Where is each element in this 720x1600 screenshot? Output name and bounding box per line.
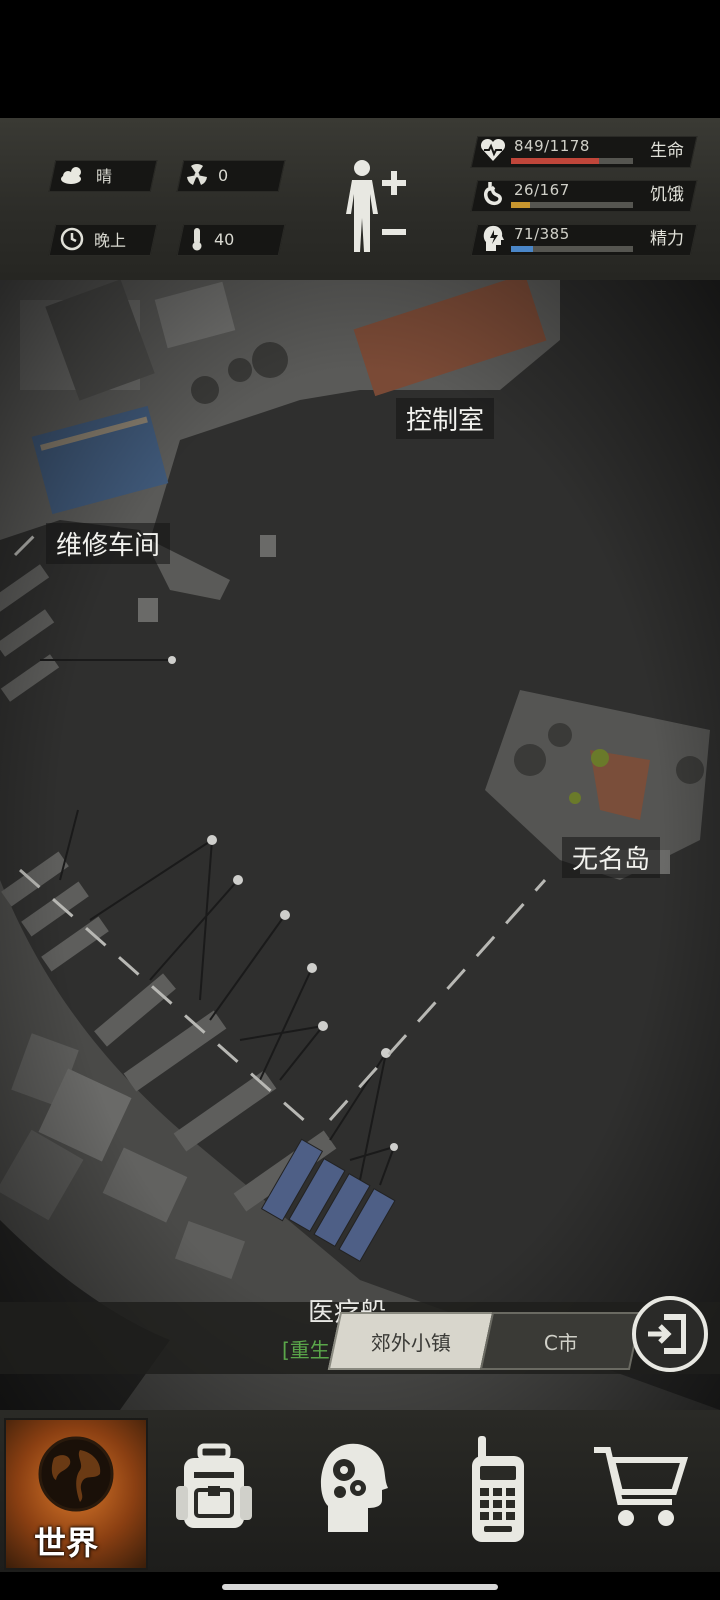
thermometer-icon	[192, 228, 202, 251]
hunger-value: 26/167	[514, 181, 570, 199]
map-label-nameless-island[interactable]: 无名岛	[562, 837, 661, 878]
hunger-bar-fill	[511, 202, 530, 208]
heart-icon	[480, 138, 506, 161]
tab-c-city-label: C市	[544, 1330, 578, 1355]
map-label-control-room[interactable]: 控制室	[396, 398, 495, 439]
world-map[interactable]: 控制室 维修车间 无名岛	[0, 280, 720, 1410]
globe-icon	[38, 1436, 114, 1512]
respawn-label: [重生	[282, 1338, 330, 1362]
bottom-nav: 世界	[0, 1410, 720, 1572]
health-label: 生命	[650, 141, 684, 161]
nav-world-label: 世界	[34, 1524, 99, 1562]
head-energy-icon	[483, 225, 504, 251]
clock-icon	[60, 227, 84, 251]
cloud-sun-icon	[61, 167, 81, 184]
brain-gears-icon	[320, 1443, 388, 1532]
temperature-value: 40	[214, 229, 235, 249]
time-label: 晚上	[94, 231, 127, 250]
radiation-indicator: 0	[186, 160, 228, 190]
energy-bar-fill	[511, 246, 534, 252]
energy-value: 71/385	[514, 225, 570, 243]
nav-shop-button[interactable]	[574, 1418, 714, 1566]
stomach-icon	[484, 182, 502, 206]
tab-suburb-town[interactable]: 郊外小镇	[327, 1312, 495, 1370]
exit-door-icon[interactable]	[632, 1296, 708, 1372]
status-panel: 晴 0 晚上 40 849/1178 生命 26/167 饥饿 71/385 精…	[0, 118, 720, 282]
health-bar-fill	[511, 158, 599, 164]
cart-icon	[594, 1447, 688, 1526]
walkie-talkie-icon	[472, 1436, 524, 1542]
nav-skills-button[interactable]	[284, 1418, 424, 1566]
health-bar	[511, 158, 633, 164]
home-indicator[interactable]	[222, 1584, 498, 1590]
human-body-icon[interactable]	[342, 158, 382, 254]
temperature-indicator: 40	[190, 224, 234, 254]
map-label-repair-workshop[interactable]: 维修车间	[46, 523, 171, 564]
minus-icon[interactable]	[381, 228, 407, 236]
backpack-icon	[176, 1443, 252, 1528]
weather-indicator: 晴	[60, 160, 112, 190]
radiation-value: 0	[218, 165, 229, 185]
tab-c-city[interactable]: C市	[479, 1312, 643, 1370]
radiation-icon	[187, 164, 207, 185]
tab-suburb-town-label: 郊外小镇	[371, 1330, 451, 1355]
time-indicator: 晚上	[60, 224, 126, 254]
plus-icon[interactable]	[381, 170, 407, 196]
nav-world-button[interactable]: 世界	[4, 1418, 148, 1570]
nav-radio-button[interactable]	[426, 1418, 566, 1566]
weather-label: 晴	[96, 167, 113, 186]
energy-label: 精力	[650, 229, 684, 249]
health-value: 849/1178	[514, 137, 590, 155]
energy-bar	[511, 246, 633, 252]
nav-backpack-button[interactable]	[142, 1418, 282, 1566]
hunger-bar	[511, 202, 633, 208]
hunger-label: 饥饿	[650, 185, 684, 205]
